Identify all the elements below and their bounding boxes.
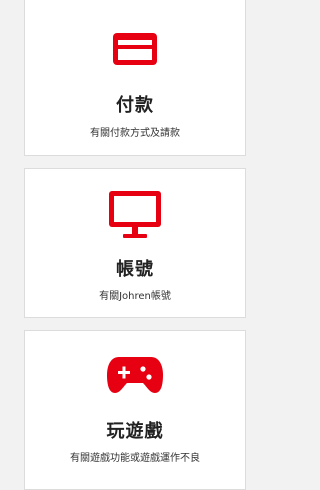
credit-card-icon (111, 29, 159, 69)
top-bar-gap-left (0, 0, 24, 6)
card-title: 帳號 (116, 259, 154, 280)
card-description: 有關遊戲功能或遊戲運作不良 (70, 453, 200, 464)
card-title: 付款 (116, 95, 154, 116)
gamepad-icon (105, 353, 165, 397)
top-bar-gap-right (246, 0, 270, 6)
card-payment[interactable]: 付款 有關付款方式及請款 (24, 0, 246, 156)
monitor-icon (107, 189, 163, 241)
card-gameplay[interactable]: 玩遊戲 有關遊戲功能或遊戲運作不良 (24, 330, 246, 490)
card-description: 有關Johren帳號 (99, 291, 171, 302)
card-account[interactable]: 帳號 有關Johren帳號 (24, 168, 246, 318)
card-description: 有關付款方式及請款 (90, 128, 180, 139)
card-title: 玩遊戲 (106, 421, 164, 442)
